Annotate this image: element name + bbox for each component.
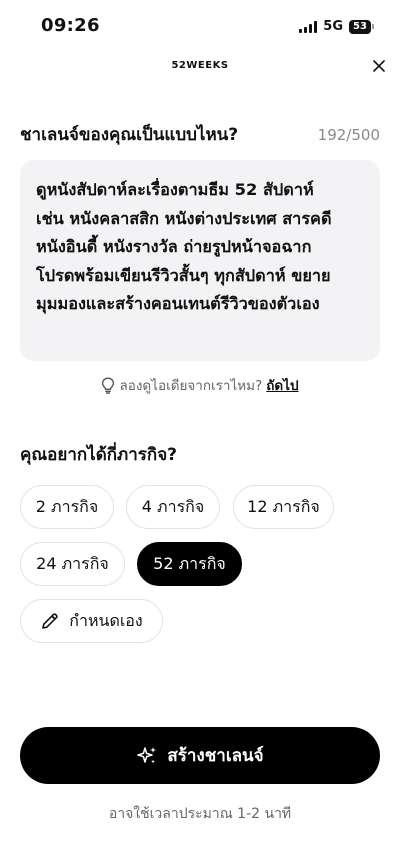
create-button-label: สร้างชาเลนจ์: [167, 746, 264, 766]
description-line: ดูหนังสัปดาห์ละเรื่องตามธีม 52 สัปดาห์: [36, 180, 314, 199]
mission-option-2[interactable]: 2 ภารกิจ: [20, 485, 114, 529]
battery-icon: 53: [349, 19, 374, 34]
mission-option-4[interactable]: 4 ภารกิจ: [126, 485, 220, 529]
hint-text: ลองดูไอเดียจากเราไหม?: [119, 378, 263, 394]
close-button[interactable]: [370, 57, 388, 75]
description-line: หนังอินดี้ หนังรางวัล ถ่ายรูปหน้าจอฉาก: [36, 237, 312, 257]
close-icon: [373, 60, 385, 72]
chip-label: 4 ภารกิจ: [141, 496, 205, 516]
app-title: 52WEEKS: [171, 60, 229, 71]
description-line: เช่น หนังคลาสสิก หนังต่างประเทศ สารคดี: [36, 208, 332, 228]
battery-level: 53: [349, 19, 371, 34]
time-estimate-note: อาจใช้เวลาประมาณ 1-2 นาที: [108, 806, 292, 822]
status-time: 09:26: [41, 15, 100, 36]
description-line: โปรดพร้อมเขียนรีวิวสั้นๆ ทุกสัปดาห์ ขยาย: [36, 265, 331, 285]
question-title: ชาเลนจ์ของคุณเป็นแบบไหน?: [20, 125, 239, 145]
custom-mission-button[interactable]: กำหนดเอง: [20, 599, 163, 643]
create-challenge-button[interactable]: สร้างชาเลนจ์: [20, 727, 380, 784]
chip-label: 52 ภารกิจ: [153, 553, 226, 573]
status-indicators: 5G 53: [299, 19, 374, 34]
mission-count-title: คุณอยากได้กี่ภารกิจ?: [20, 445, 178, 465]
char-counter: 192/500: [317, 125, 380, 144]
idea-hint: ลองดูไอเดียจากเราไหม? ถัดไป: [0, 374, 400, 396]
pencil-icon: [42, 613, 58, 629]
chip-label: กำหนดเอง: [69, 610, 143, 630]
sparkles-icon: [137, 746, 157, 763]
mission-option-24[interactable]: 24 ภารกิจ: [20, 542, 125, 586]
question-row: ชาเลนจ์ของคุณเป็นแบบไหน? 192/500: [20, 121, 380, 148]
status-bar: 09:26 5G 53: [0, 0, 400, 52]
network-label: 5G: [323, 19, 343, 34]
mission-option-52[interactable]: 52 ภารกิจ: [137, 542, 242, 586]
signal-icon: [299, 20, 318, 33]
chip-label: 2 ภารกิจ: [35, 496, 99, 516]
description-line: มุมมองและสร้างคอนเทนต์รีวิวของตัวเอง: [36, 294, 320, 314]
next-idea-link[interactable]: ถัดไป: [266, 374, 298, 396]
challenge-description-field[interactable]: ดูหนังสัปดาห์ละเรื่องตามธีม 52 สัปดาห์ เ…: [20, 160, 380, 361]
mission-option-12[interactable]: 12 ภารกิจ: [233, 485, 334, 529]
lightbulb-icon: [102, 376, 115, 394]
chip-label: 24 ภารกิจ: [36, 553, 109, 573]
chip-label: 12 ภารกิจ: [247, 496, 320, 516]
header: 52WEEKS: [0, 52, 400, 80]
